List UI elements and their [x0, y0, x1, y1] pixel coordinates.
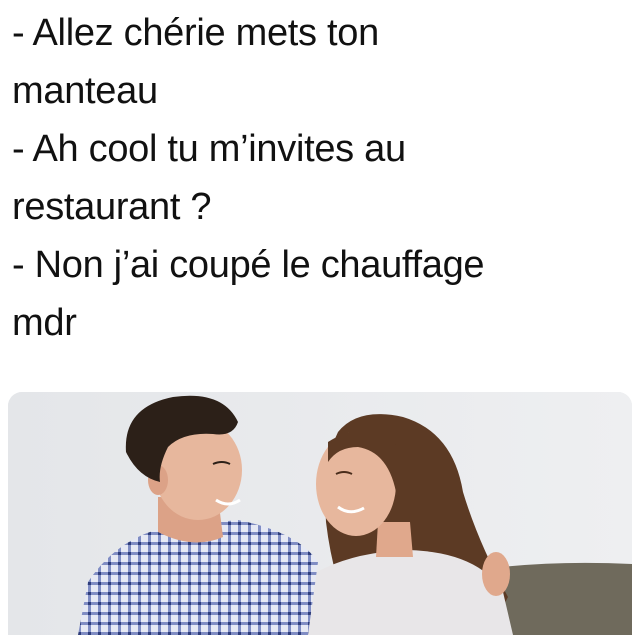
couple-illustration — [8, 392, 632, 635]
caption-line-6: mdr — [12, 302, 77, 344]
caption-line-4: restaurant ? — [12, 186, 212, 228]
caption-line-5: - Non j’ai coupé le chauffage — [12, 244, 485, 286]
man-hand — [482, 552, 510, 596]
caption-line-2: manteau — [12, 70, 158, 112]
caption-line-3: - Ah cool tu m’invites au — [12, 128, 406, 170]
couple-photo — [8, 392, 632, 635]
caption-line-1: - Allez chérie mets ton — [12, 12, 379, 54]
meme-caption: - Allez chérie mets ton manteau - Ah coo… — [12, 4, 632, 352]
